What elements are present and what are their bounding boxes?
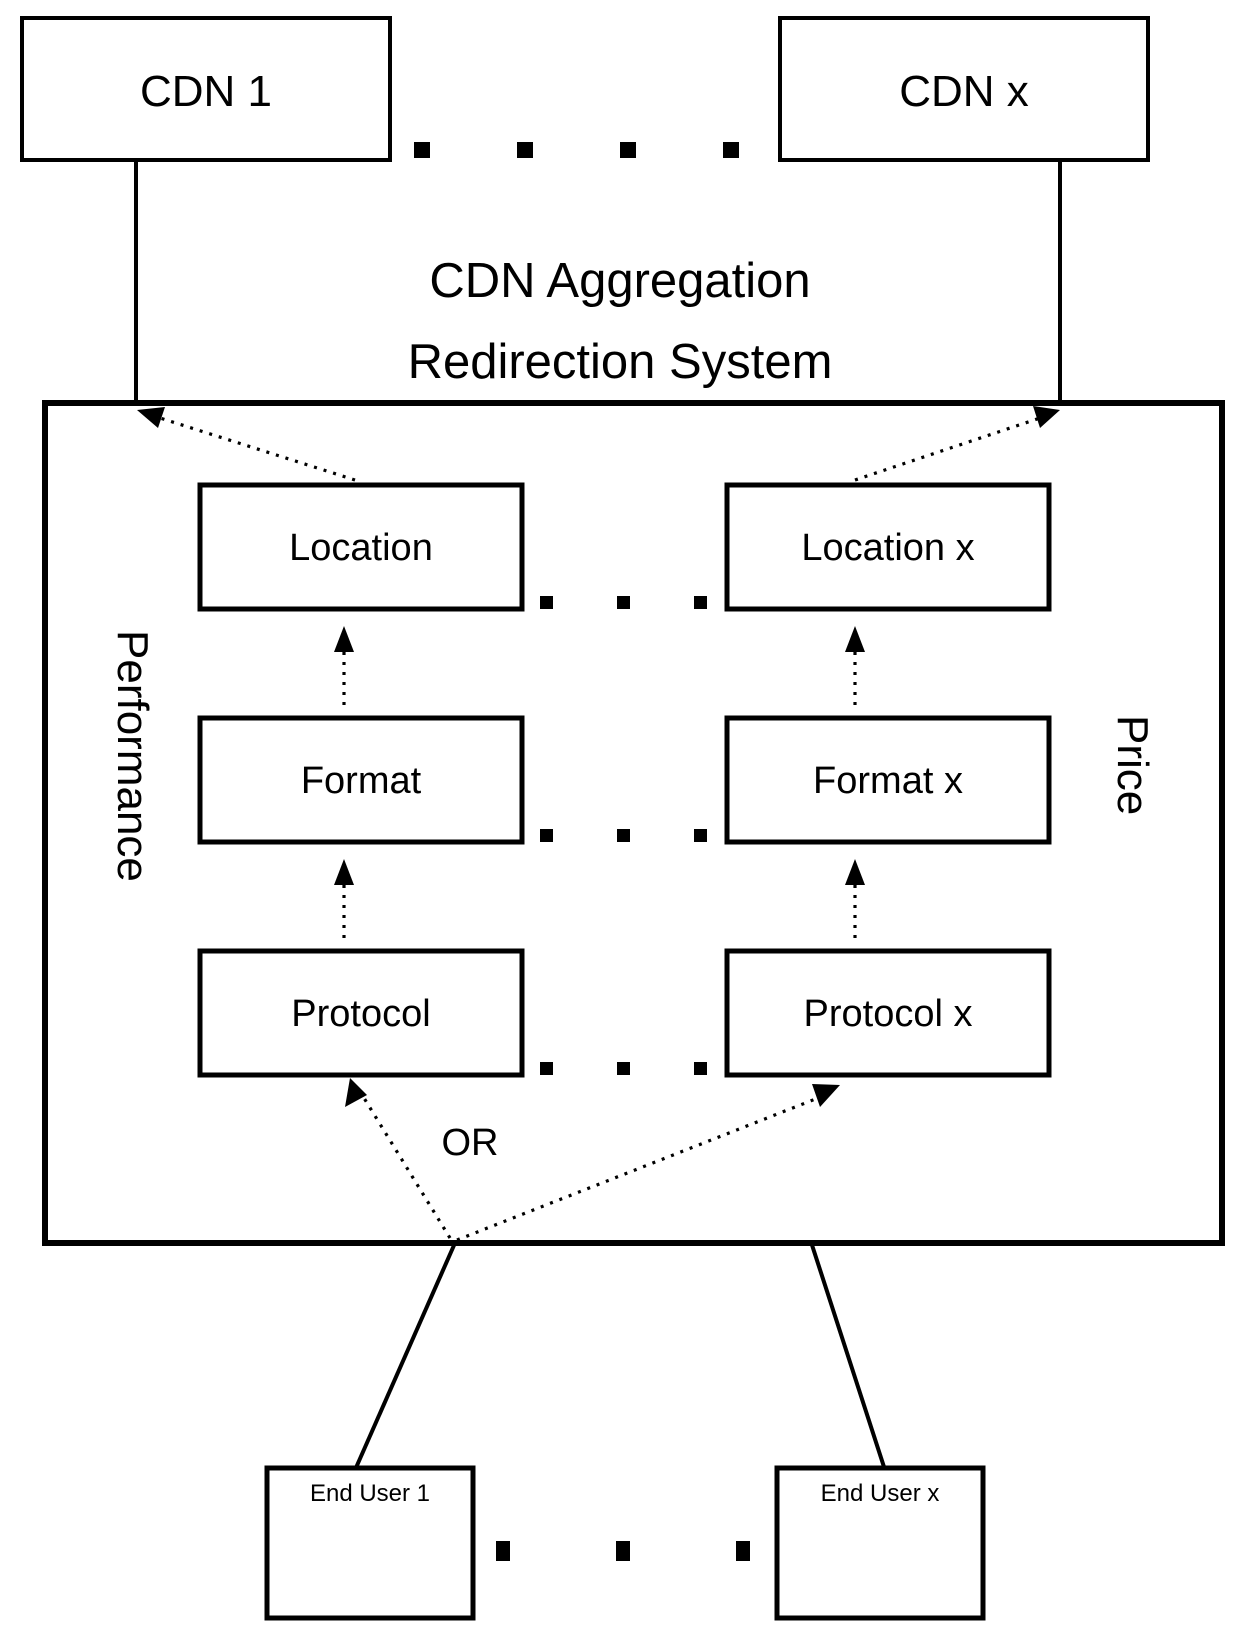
cdn-node-group: CDN 1 CDN x (20, 16, 1150, 162)
location-right-label: Location x (801, 527, 974, 569)
diagram-canvas: CDN 1 CDN x CDN Aggregation Redirection … (0, 0, 1240, 1635)
cdn-x-label: CDN x (899, 67, 1029, 116)
end-user-1-label: End User 1 (310, 1480, 430, 1507)
cdn-aggregation-diagram: CDN 1 CDN x CDN Aggregation Redirection … (20, 16, 1225, 1621)
price-side-label: Price (1108, 715, 1157, 815)
cdn-ellipsis-dots (414, 142, 739, 158)
end-user-group: End User 1 End User x (264, 1465, 986, 1621)
diagram-title: CDN Aggregation Redirection System (408, 254, 833, 389)
title-line-1: CDN Aggregation (429, 254, 810, 308)
or-label: OR (442, 1122, 499, 1164)
location-left-label: Location (289, 527, 433, 569)
end-user-x-connector (810, 1244, 887, 1471)
title-line-2: Redirection System (408, 335, 833, 389)
end-user-connector-lines (353, 1242, 887, 1471)
format-left-label: Format (301, 760, 422, 802)
end-user-x-label: End User x (821, 1480, 940, 1507)
cdn-1-label: CDN 1 (140, 67, 272, 116)
protocol-right-label: Protocol x (804, 993, 973, 1035)
protocol-left-label: Protocol (291, 993, 430, 1035)
performance-side-label: Performance (108, 630, 157, 882)
end-user-1-connector (353, 1242, 457, 1471)
end-user-ellipsis-dots (496, 1541, 750, 1561)
format-right-label: Format x (813, 760, 963, 802)
